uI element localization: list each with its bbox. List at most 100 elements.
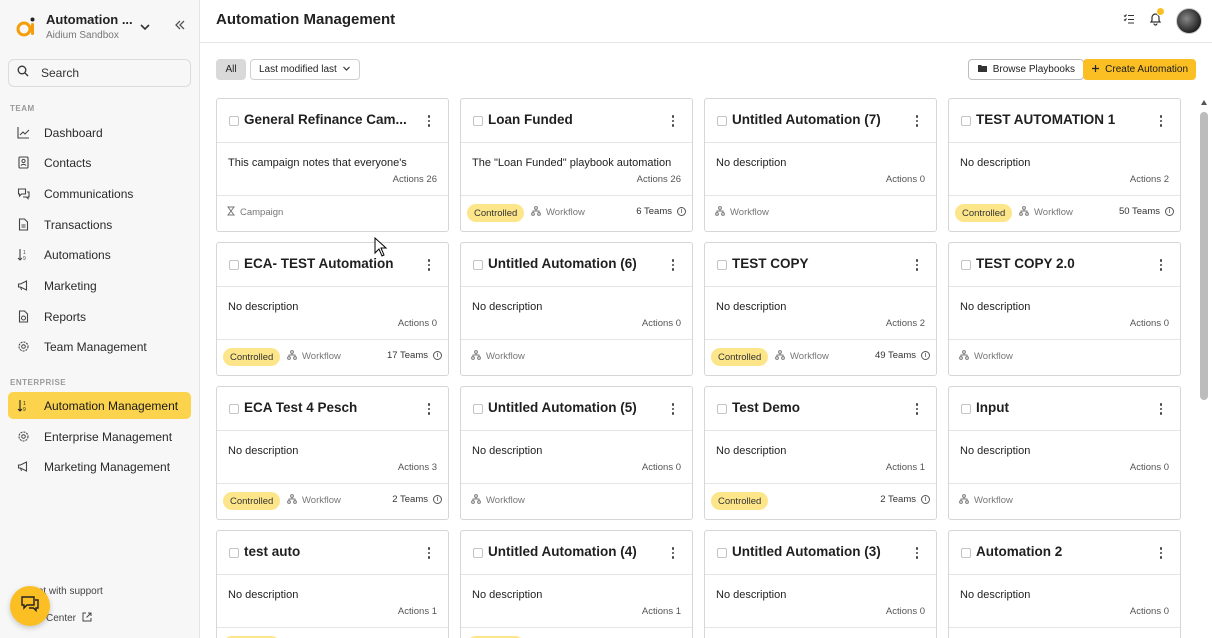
create-automation-button[interactable]: Create Automation: [1083, 59, 1196, 80]
card-checkbox[interactable]: [961, 116, 971, 126]
workspace-switcher[interactable]: Automation ... Aidium Sandbox: [16, 12, 196, 42]
nav-item-enterprise-management[interactable]: Enterprise Management: [8, 423, 191, 450]
card-checkbox[interactable]: [717, 548, 727, 558]
nav-item-automation-management[interactable]: 19 Automation Management: [8, 392, 191, 419]
checklist-icon[interactable]: [1123, 12, 1135, 30]
card-checkbox[interactable]: [961, 260, 971, 270]
info-icon[interactable]: i: [433, 495, 442, 504]
card-title[interactable]: Untitled Automation (6): [488, 256, 658, 271]
card-title[interactable]: Input: [976, 400, 1146, 415]
info-icon[interactable]: i: [921, 495, 930, 504]
kebab-menu-icon[interactable]: [422, 114, 436, 128]
card-checkbox[interactable]: [717, 260, 727, 270]
card-title[interactable]: Automation 2: [976, 544, 1146, 559]
automation-card[interactable]: Untitled Automation (4) No description A…: [460, 530, 693, 638]
card-title[interactable]: Untitled Automation (3): [732, 544, 902, 559]
collapse-sidebar-icon[interactable]: [173, 18, 187, 32]
automation-card[interactable]: Untitled Automation (5) No description A…: [460, 386, 693, 520]
kebab-menu-icon[interactable]: [910, 402, 924, 416]
nav-item-dashboard[interactable]: Dashboard: [8, 119, 191, 146]
kebab-menu-icon[interactable]: [666, 114, 680, 128]
kebab-menu-icon[interactable]: [422, 258, 436, 272]
automation-card[interactable]: General Refinance Cam... This campaign n…: [216, 98, 449, 232]
automation-card[interactable]: Test Demo No description Actions 1 Contr…: [704, 386, 937, 520]
nav-item-marketing-management[interactable]: Marketing Management: [8, 453, 191, 480]
kebab-menu-icon[interactable]: [666, 258, 680, 272]
card-checkbox[interactable]: [473, 548, 483, 558]
kebab-menu-icon[interactable]: [1154, 546, 1168, 560]
nav-item-transactions[interactable]: Transactions: [8, 211, 191, 238]
automation-card[interactable]: TEST AUTOMATION 1 No description Actions…: [948, 98, 1181, 232]
automation-card[interactable]: Untitled Automation (7) No description A…: [704, 98, 937, 232]
card-checkbox[interactable]: [717, 404, 727, 414]
info-icon[interactable]: i: [1165, 207, 1174, 216]
chevron-down-icon[interactable]: [138, 20, 152, 34]
user-avatar[interactable]: [1176, 8, 1202, 34]
nav-item-marketing[interactable]: Marketing: [8, 272, 191, 299]
scroll-up-arrow-icon[interactable]: [1201, 100, 1207, 105]
automation-card[interactable]: TEST COPY 2.0 No description Actions 0 W…: [948, 242, 1181, 376]
kebab-menu-icon[interactable]: [1154, 114, 1168, 128]
card-title[interactable]: Untitled Automation (5): [488, 400, 658, 415]
kebab-menu-icon[interactable]: [910, 546, 924, 560]
card-title[interactable]: ECA Test 4 Pesch: [244, 400, 414, 415]
card-title[interactable]: Untitled Automation (7): [732, 112, 902, 127]
browse-playbooks-button[interactable]: Browse Playbooks: [967, 59, 1084, 80]
automation-card[interactable]: test auto No description Actions 1 Contr…: [216, 530, 449, 638]
kebab-menu-icon[interactable]: [910, 114, 924, 128]
card-checkbox[interactable]: [717, 116, 727, 126]
kebab-menu-icon[interactable]: [422, 546, 436, 560]
card-title[interactable]: Untitled Automation (4): [488, 544, 658, 559]
nav-item-communications[interactable]: Communications: [8, 180, 191, 207]
chat-support-button[interactable]: [10, 586, 50, 626]
card-checkbox[interactable]: [229, 404, 239, 414]
help-center-link[interactable]: Center: [46, 612, 92, 625]
sort-dropdown[interactable]: Last modified last: [250, 59, 360, 80]
filter-all-chip[interactable]: All: [216, 59, 246, 80]
card-checkbox[interactable]: [961, 548, 971, 558]
automation-card[interactable]: Automation 2 No description Actions 0 Wo…: [948, 530, 1181, 638]
card-checkbox[interactable]: [229, 116, 239, 126]
nav-item-automations[interactable]: 19 Automations: [8, 241, 191, 268]
automation-card[interactable]: Input No description Actions 0 Workflow: [948, 386, 1181, 520]
kebab-menu-icon[interactable]: [910, 258, 924, 272]
card-checkbox[interactable]: [473, 116, 483, 126]
info-icon[interactable]: i: [677, 207, 686, 216]
card-title[interactable]: Loan Funded: [488, 112, 658, 127]
kebab-menu-icon[interactable]: [1154, 258, 1168, 272]
card-checkbox[interactable]: [229, 548, 239, 558]
card-title[interactable]: ECA- TEST Automation: [244, 256, 414, 271]
automation-card[interactable]: Loan Funded The "Loan Funded" playbook a…: [460, 98, 693, 232]
automation-card[interactable]: ECA Test 4 Pesch No description Actions …: [216, 386, 449, 520]
section-team-label: TEAM: [10, 104, 35, 113]
info-icon[interactable]: i: [921, 351, 930, 360]
card-title[interactable]: TEST COPY: [732, 256, 902, 271]
automation-card[interactable]: Untitled Automation (6) No description A…: [460, 242, 693, 376]
nav-item-contacts[interactable]: Contacts: [8, 149, 191, 176]
notifications-button[interactable]: [1149, 6, 1165, 31]
card-title[interactable]: test auto: [244, 544, 414, 559]
scrollbar-thumb[interactable]: [1200, 112, 1208, 400]
card-checkbox[interactable]: [229, 260, 239, 270]
vertical-scrollbar[interactable]: [1199, 100, 1209, 638]
automation-card[interactable]: Untitled Automation (3) No description A…: [704, 530, 937, 638]
kebab-menu-icon[interactable]: [1154, 402, 1168, 416]
card-actions-count: Actions 0: [641, 462, 681, 473]
card-checkbox[interactable]: [473, 260, 483, 270]
kebab-menu-icon[interactable]: [666, 546, 680, 560]
automation-card[interactable]: TEST COPY No description Actions 2 Contr…: [704, 242, 937, 376]
card-title[interactable]: Test Demo: [732, 400, 902, 415]
info-icon[interactable]: i: [433, 351, 442, 360]
card-checkbox[interactable]: [473, 404, 483, 414]
search-input[interactable]: Search: [8, 59, 191, 87]
nav-item-reports[interactable]: Reports: [8, 303, 191, 330]
kebab-menu-icon[interactable]: [422, 402, 436, 416]
card-footer: Workflow: [949, 339, 1180, 375]
card-title[interactable]: TEST COPY 2.0: [976, 256, 1146, 271]
card-checkbox[interactable]: [961, 404, 971, 414]
automation-card[interactable]: ECA- TEST Automation No description Acti…: [216, 242, 449, 376]
card-title[interactable]: General Refinance Cam...: [244, 112, 414, 127]
nav-item-team-management[interactable]: Team Management: [8, 333, 191, 360]
card-title[interactable]: TEST AUTOMATION 1: [976, 112, 1146, 127]
kebab-menu-icon[interactable]: [666, 402, 680, 416]
